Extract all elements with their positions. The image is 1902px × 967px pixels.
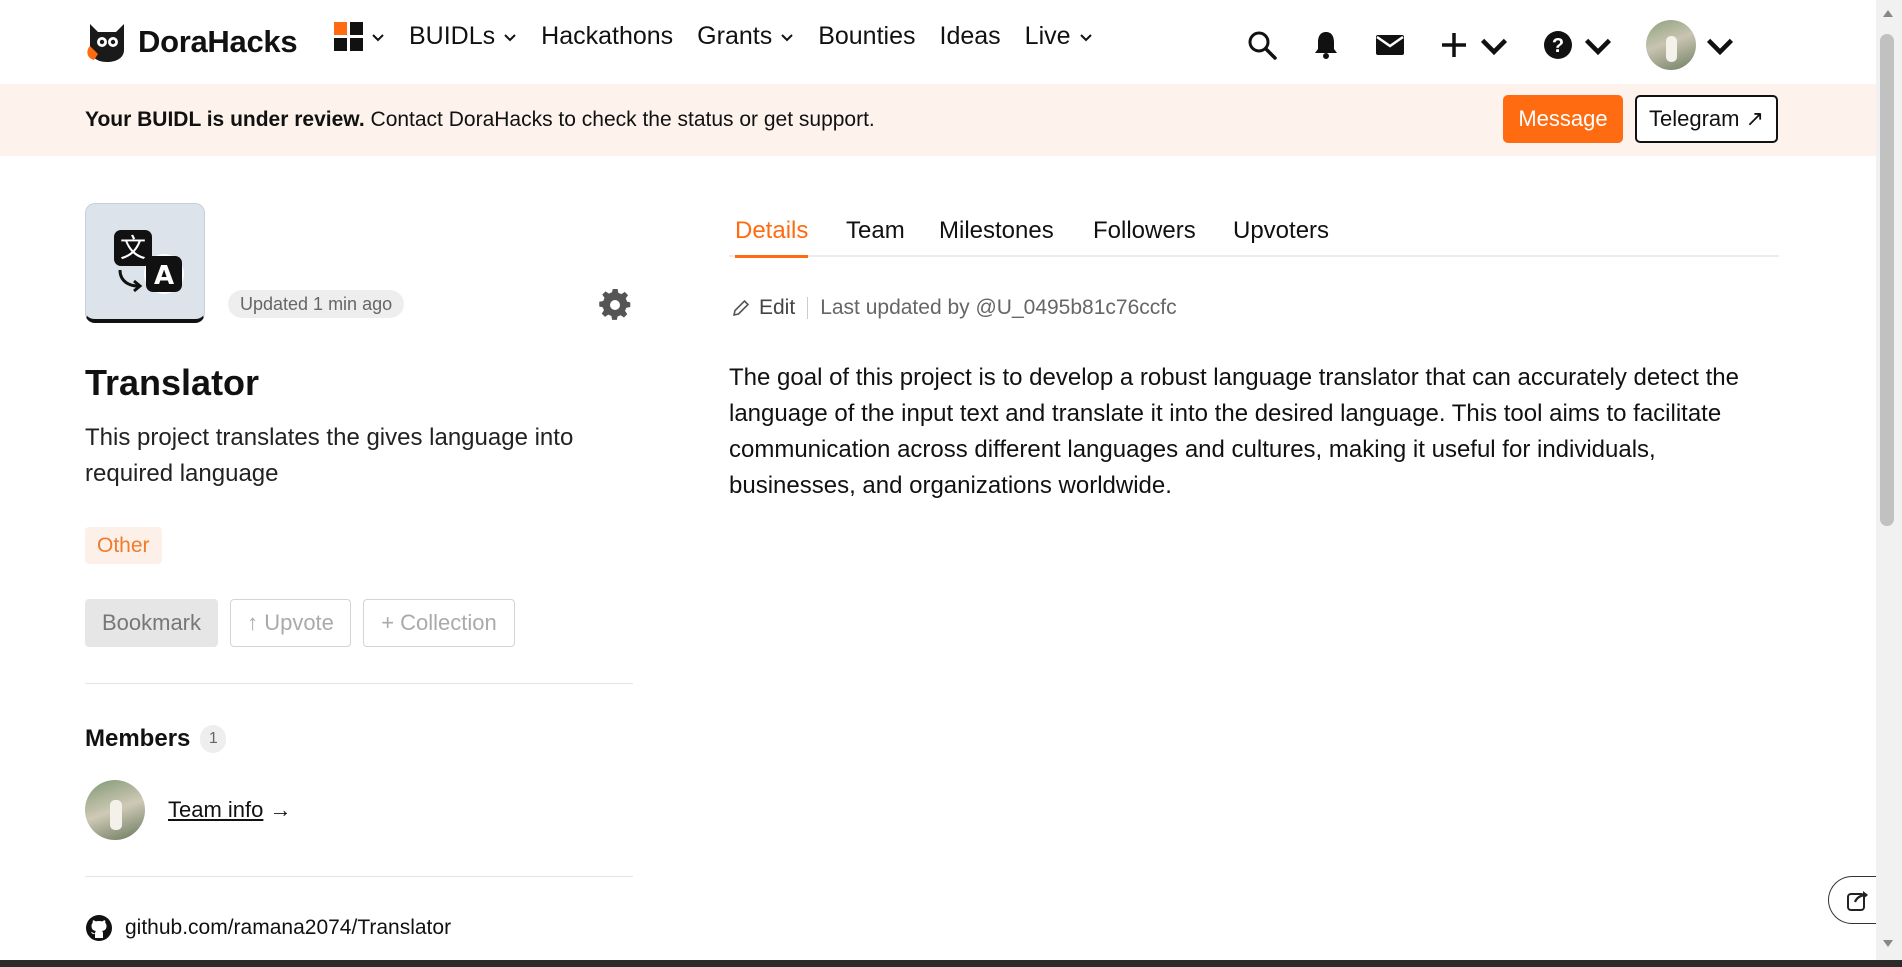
nav-buidls[interactable]: BUIDLs xyxy=(409,22,517,51)
window-bottom-edge xyxy=(0,960,1902,967)
project-tabs: Details Team Milestones Followers Upvote… xyxy=(729,215,1779,258)
header-tools: ? xyxy=(1214,20,1736,70)
updated-badge: Updated 1 min ago xyxy=(228,290,405,318)
project-description: This project translates the gives langua… xyxy=(85,424,574,487)
separator xyxy=(807,297,809,319)
profile-menu[interactable] xyxy=(1646,20,1736,70)
tab-upvoters[interactable]: Upvoters xyxy=(1233,217,1329,255)
message-button[interactable]: Message xyxy=(1503,95,1623,143)
nav-bounties[interactable]: Bounties xyxy=(818,22,915,51)
project-logo: 文 A xyxy=(85,203,205,323)
nav-hackathons[interactable]: Hackathons xyxy=(541,22,673,51)
tab-team[interactable]: Team xyxy=(846,217,905,255)
svg-text:?: ? xyxy=(1552,35,1564,57)
apps-menu[interactable] xyxy=(334,22,385,51)
github-link[interactable]: github.com/ramana2074/Translator xyxy=(85,914,451,942)
chevron-down-icon xyxy=(1079,33,1092,41)
last-updated-text: Last updated by @U_0495b81c76ccfc xyxy=(820,296,1177,319)
upvote-button[interactable]: ↑ Upvote xyxy=(230,599,351,647)
nav-grants-label: Grants xyxy=(697,22,773,50)
scrollbar-thumb[interactable] xyxy=(1880,34,1894,526)
members-label: Members xyxy=(85,725,191,752)
team-info-label: Team info xyxy=(168,797,264,822)
github-icon xyxy=(86,915,112,941)
member-avatar[interactable] xyxy=(85,780,145,840)
nav-grants[interactable]: Grants xyxy=(697,22,794,51)
scroll-down-icon[interactable] xyxy=(1883,940,1893,947)
chevron-down-icon xyxy=(781,33,793,41)
search-icon xyxy=(1248,31,1277,60)
search-button[interactable] xyxy=(1246,29,1278,61)
mail-icon xyxy=(1376,35,1404,55)
translate-icon: 文 A xyxy=(114,230,184,294)
edit-row: Edit Last updated by @U_0495b81c76ccfc xyxy=(731,296,1177,320)
bookmark-button[interactable]: Bookmark xyxy=(85,599,218,647)
brand-name: DoraHacks xyxy=(138,24,298,59)
nav-bounties-label: Bounties xyxy=(818,22,916,50)
nav-buidls-label: BUIDLs xyxy=(409,22,496,50)
bell-icon xyxy=(1315,32,1337,59)
svg-text:文: 文 xyxy=(120,234,146,264)
category-tag[interactable]: Other xyxy=(85,527,162,564)
pencil-icon xyxy=(732,299,750,317)
avatar xyxy=(1646,20,1696,70)
nav-ideas[interactable]: Ideas xyxy=(940,22,1001,51)
nav-hackathons-label: Hackathons xyxy=(541,22,674,50)
main-nav: BUIDLs Hackathons Grants Bounties Ideas … xyxy=(334,22,1117,51)
share-icon xyxy=(1847,891,1868,911)
divider xyxy=(85,876,633,877)
review-banner-text: Your BUIDL is under review. Contact Dora… xyxy=(85,108,875,132)
dorahacks-logo-icon xyxy=(87,24,124,62)
review-banner-bold: Your BUIDL is under review. xyxy=(85,108,365,131)
arrow-right-icon: → xyxy=(269,797,292,822)
add-to-collection-button[interactable]: + Collection xyxy=(363,599,515,647)
plus-icon xyxy=(1442,33,1466,57)
create-menu[interactable] xyxy=(1438,29,1510,61)
telegram-button[interactable]: Telegram ↗ xyxy=(1635,95,1778,143)
chevron-down-icon xyxy=(1706,38,1734,56)
top-navbar: DoraHacks BUIDLs Hackathons Grants Bount… xyxy=(0,0,1876,84)
svg-text:A: A xyxy=(154,261,174,291)
chevron-down-icon xyxy=(372,33,384,41)
chevron-down-icon xyxy=(504,33,516,41)
nav-ideas-label: Ideas xyxy=(939,22,1001,50)
chevron-down-icon xyxy=(1480,38,1508,56)
project-title: Translator xyxy=(85,362,260,403)
nav-live[interactable]: Live xyxy=(1025,22,1093,51)
help-icon: ? xyxy=(1544,31,1572,59)
github-url: github.com/ramana2074/Translator xyxy=(125,916,452,939)
divider xyxy=(85,683,633,684)
help-menu[interactable]: ? xyxy=(1542,29,1614,61)
tab-milestones[interactable]: Milestones xyxy=(939,217,1054,255)
nav-live-label: Live xyxy=(1024,22,1071,50)
messages-button[interactable] xyxy=(1374,29,1406,61)
tab-followers[interactable]: Followers xyxy=(1093,217,1196,255)
gear-icon[interactable] xyxy=(599,289,631,321)
details-body: The goal of this project is to develop a… xyxy=(729,364,1739,499)
notifications-button[interactable] xyxy=(1310,29,1342,61)
chevron-down-icon xyxy=(1584,38,1612,56)
team-info-link[interactable]: Team info → xyxy=(168,797,292,823)
tab-details[interactable]: Details xyxy=(735,217,809,258)
scroll-up-icon[interactable] xyxy=(1883,10,1893,17)
edit-button[interactable]: Edit xyxy=(731,296,795,320)
members-heading: Members 1 xyxy=(85,725,227,753)
members-count: 1 xyxy=(200,725,227,753)
brand-logo[interactable]: DoraHacks xyxy=(84,20,298,64)
edit-label: Edit xyxy=(759,296,796,319)
apps-grid-icon xyxy=(334,22,363,51)
review-banner-message: Contact DoraHacks to check the status or… xyxy=(364,108,875,131)
